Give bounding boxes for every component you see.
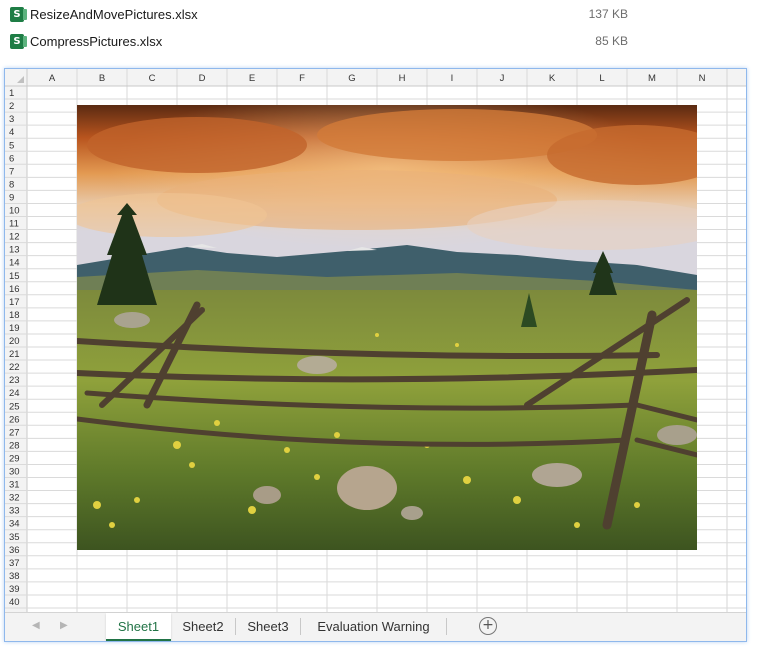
row-header[interactable]: 3 <box>9 114 14 125</box>
column-header[interactable]: N <box>699 73 706 84</box>
column-header[interactable]: K <box>549 73 556 84</box>
row-header[interactable]: 24 <box>9 388 20 399</box>
column-header[interactable]: D <box>199 73 206 84</box>
row-header[interactable]: 25 <box>9 401 20 412</box>
row-header[interactable]: 19 <box>9 323 20 334</box>
sheet-tab-bar: ◀ ▶ Sheet1 Sheet2 Sheet3 Evaluation Warn… <box>5 612 746 641</box>
row-header[interactable]: 26 <box>9 414 20 425</box>
row-header[interactable]: 6 <box>9 153 14 164</box>
row-header[interactable]: 9 <box>9 192 14 203</box>
row-header[interactable]: 34 <box>9 519 20 530</box>
column-header[interactable]: B <box>99 73 105 84</box>
landscape-photo-icon <box>77 105 697 550</box>
row-header[interactable]: 37 <box>9 558 20 569</box>
row-header[interactable]: 5 <box>9 140 14 151</box>
spreadsheet-window: A B C D E F G H I J K L M N 1 2 3 4 5 6 7 8 9 10 11 12 13 14 15 16 17 1… <box>4 68 747 642</box>
row-header[interactable]: 23 <box>9 375 20 386</box>
column-header[interactable]: E <box>249 73 255 84</box>
row-header[interactable]: 38 <box>9 571 20 582</box>
excel-file-icon: S <box>10 6 27 22</box>
file-item[interactable]: S CompressPictures.xlsx 85 KB <box>0 28 765 54</box>
file-item[interactable]: S ResizeAndMovePictures.xlsx 137 KB <box>0 1 765 27</box>
column-header-bar <box>5 69 746 86</box>
row-header[interactable]: 29 <box>9 453 20 464</box>
row-header[interactable]: 2 <box>9 101 14 112</box>
row-header[interactable]: 10 <box>9 206 20 217</box>
row-header[interactable]: 20 <box>9 336 20 347</box>
row-header[interactable]: 17 <box>9 297 20 308</box>
column-header[interactable]: J <box>500 73 505 84</box>
row-header[interactable]: 21 <box>9 349 20 360</box>
row-header[interactable]: 28 <box>9 440 20 451</box>
column-header[interactable]: C <box>149 73 156 84</box>
tab-divider <box>446 618 447 635</box>
row-header[interactable]: 36 <box>9 545 20 556</box>
row-header[interactable]: 18 <box>9 310 20 321</box>
tab-sheet3[interactable]: Sheet3 <box>236 613 300 639</box>
row-header[interactable]: 27 <box>9 427 20 438</box>
row-header[interactable]: 33 <box>9 506 20 517</box>
embedded-picture[interactable] <box>77 105 697 550</box>
row-header[interactable]: 14 <box>9 258 20 269</box>
row-header[interactable]: 4 <box>9 127 14 138</box>
row-header[interactable]: 35 <box>9 532 20 543</box>
column-header[interactable]: I <box>451 73 454 84</box>
row-header[interactable]: 16 <box>9 284 20 295</box>
tab-sheet2[interactable]: Sheet2 <box>171 613 235 639</box>
scroll-tabs-left-icon[interactable]: ◀ <box>32 620 40 631</box>
row-header[interactable]: 31 <box>9 480 20 491</box>
column-header[interactable]: M <box>648 73 656 84</box>
row-header[interactable]: 8 <box>9 179 14 190</box>
row-header[interactable]: 32 <box>9 493 20 504</box>
row-header[interactable]: 13 <box>9 245 20 256</box>
column-header[interactable]: H <box>399 73 406 84</box>
file-name: CompressPictures.xlsx <box>30 33 163 49</box>
file-name: ResizeAndMovePictures.xlsx <box>30 6 198 22</box>
row-header[interactable]: 11 <box>9 219 19 230</box>
add-sheet-icon[interactable]: + <box>479 617 497 635</box>
scroll-tabs-right-icon[interactable]: ▶ <box>60 620 68 631</box>
row-header[interactable]: 12 <box>9 232 20 243</box>
row-header[interactable]: 39 <box>9 584 20 595</box>
tab-sheet1[interactable]: Sheet1 <box>106 613 171 641</box>
column-header[interactable]: A <box>49 73 56 84</box>
row-header[interactable]: 22 <box>9 362 20 373</box>
file-size: 137 KB <box>588 7 628 21</box>
row-header[interactable]: 30 <box>9 467 20 478</box>
row-header[interactable]: 7 <box>9 166 14 177</box>
excel-file-icon: S <box>10 33 27 49</box>
row-header[interactable]: 15 <box>9 271 20 282</box>
column-header[interactable]: G <box>348 73 355 84</box>
column-header[interactable]: F <box>299 73 305 84</box>
column-header[interactable]: L <box>599 73 604 84</box>
row-header[interactable]: 40 <box>9 597 20 608</box>
file-size: 85 KB <box>595 34 628 48</box>
tab-evaluation-warning[interactable]: Evaluation Warning <box>301 613 446 639</box>
row-header[interactable]: 1 <box>9 88 14 99</box>
